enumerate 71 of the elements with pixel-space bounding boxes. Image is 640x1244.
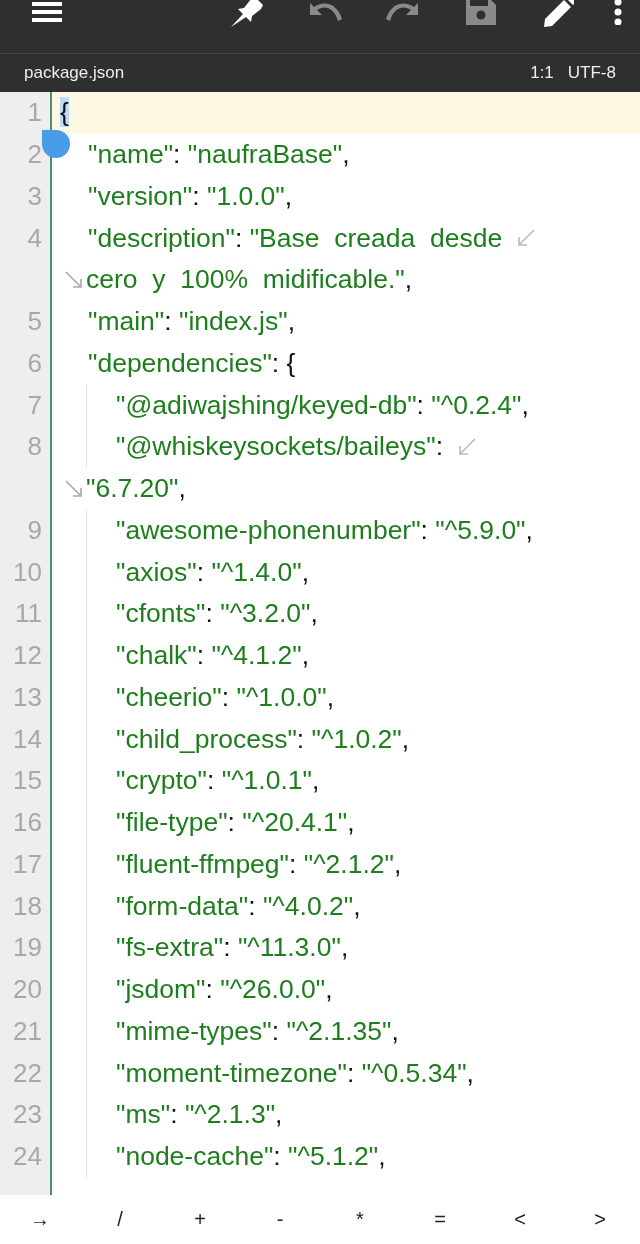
code-line: "version": "1.0.0", (88, 180, 293, 212)
line-number: 12 (13, 640, 42, 672)
code-line: cero y 100% midificable.", (86, 264, 413, 296)
line-number: 17 (13, 848, 42, 880)
file-name: package.json (24, 63, 125, 83)
wrap-arrow-icon (457, 436, 478, 457)
cursor-position: 1:1 (530, 63, 554, 83)
symbol-key[interactable]: + (160, 1195, 240, 1244)
code-line: "description": "Base creada desde (88, 222, 503, 254)
code-line: "main": "index.js", (88, 306, 296, 338)
code-line: "@adiwajshing/keyed-db": "^0.2.4", (116, 389, 529, 421)
wrap-arrow-icon (64, 478, 84, 499)
code-line: "form-data": "^4.0.2", (116, 890, 361, 922)
undo-icon (308, 1, 342, 23)
line-number: 16 (13, 807, 42, 839)
line-number: 23 (13, 1099, 42, 1131)
line-number: 21 (13, 1015, 42, 1047)
code-line: "mime-types": "^2.1.35", (116, 1015, 399, 1047)
code-editor[interactable] (0, 92, 640, 1195)
redo-icon (386, 1, 420, 23)
line-number: 10 (13, 556, 42, 588)
line-number: 2 (27, 139, 42, 171)
pencil-icon (544, 0, 574, 27)
symbol-key[interactable]: → (0, 1195, 80, 1244)
code-line: "fs-extra": "^11.3.0", (116, 932, 349, 964)
code-line: "jsdom": "^26.0.0", (116, 974, 333, 1006)
line-number: 8 (27, 431, 42, 463)
line-number: 22 (13, 1057, 42, 1089)
code-line: "cheerio": "^1.0.0", (116, 681, 335, 713)
line-number: 13 (13, 681, 42, 713)
symbol-key[interactable]: < (480, 1195, 560, 1244)
line-number: 3 (27, 180, 42, 212)
code-line: "chalk": "^4.1.2", (116, 640, 309, 672)
code-line: "node-cache": "^5.1.2", (116, 1141, 386, 1173)
more-icon (614, 0, 622, 25)
symbol-key[interactable]: = (400, 1195, 480, 1244)
symbol-key[interactable]: / (80, 1195, 160, 1244)
code-line: "fluent-ffmpeg": "^2.1.2", (116, 848, 402, 880)
line-number: 20 (13, 974, 42, 1006)
line-number: 5 (27, 306, 42, 338)
code-line: "moment-timezone": "^0.5.34", (116, 1057, 474, 1089)
line-number: 9 (27, 514, 42, 546)
line-number: 19 (13, 932, 42, 964)
pin-icon (231, 0, 263, 27)
code-line: "ms": "^2.1.3", (116, 1099, 283, 1131)
symbol-key[interactable]: - (240, 1195, 320, 1244)
code-line: "child_process": "^1.0.2", (116, 723, 410, 755)
symbol-key[interactable]: > (560, 1195, 640, 1244)
code-line: "axios": "^1.4.0", (116, 556, 309, 588)
code-line: "name": "naufraBase", (88, 139, 350, 171)
menu-icon (32, 1, 62, 23)
line-number: 1 (27, 97, 42, 129)
code-line: "crypto": "^1.0.1", (116, 765, 320, 797)
code-line: "awesome-phonenumber": "^5.9.0", (116, 514, 533, 546)
encoding-label: UTF-8 (567, 63, 616, 83)
code-line: "cfonts": "^3.2.0", (116, 598, 318, 630)
line-number: 14 (13, 723, 42, 755)
line-number: 24 (13, 1141, 42, 1173)
line-number: 6 (27, 347, 42, 379)
code-line: "6.7.20", (86, 473, 186, 505)
line-number: 7 (27, 389, 42, 421)
line-number: 11 (15, 598, 42, 630)
line-number: 15 (13, 765, 42, 797)
line-number: 4 (27, 222, 42, 254)
symbol-key[interactable]: * (320, 1195, 400, 1244)
code-line: "@whiskeysockets/baileys": (116, 431, 444, 463)
wrap-arrow-icon (64, 269, 84, 290)
wrap-arrow-icon (516, 228, 537, 249)
code-line: "dependencies": { (88, 347, 296, 379)
line-number: 18 (13, 890, 42, 922)
code-line: "file-type": "^20.4.1", (116, 807, 355, 839)
